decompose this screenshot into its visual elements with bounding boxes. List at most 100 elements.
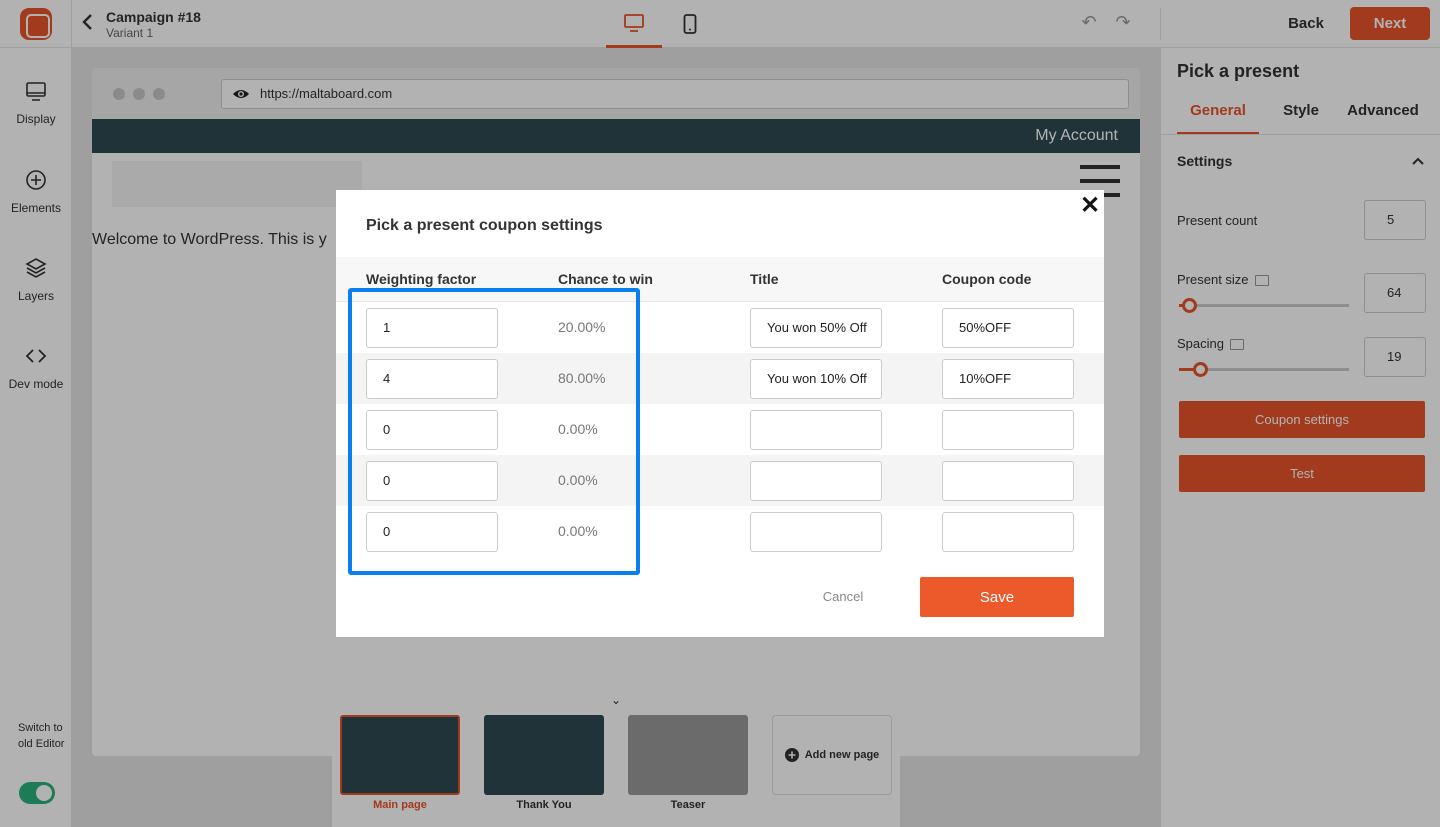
title-input[interactable] xyxy=(750,410,882,450)
spacing-slider[interactable] xyxy=(1179,362,1349,377)
undo-icon[interactable]: ↶ xyxy=(1078,12,1100,34)
column-header-title: Title xyxy=(750,271,779,287)
tab-style[interactable]: Style xyxy=(1275,102,1327,119)
weight-input[interactable]: 0 xyxy=(366,410,498,450)
logo-icon xyxy=(19,8,52,40)
slider-handle[interactable] xyxy=(1193,362,1208,377)
spacing-label: Spacing xyxy=(1177,336,1244,351)
weight-input[interactable]: 1 xyxy=(366,308,498,348)
sidebar-item-label: Display xyxy=(16,112,56,126)
present-size-label: Present size xyxy=(1177,272,1269,287)
sidebar-item-dev-mode[interactable]: Dev mode xyxy=(0,345,72,391)
column-header-chance: Chance to win xyxy=(558,271,653,287)
monitor-icon xyxy=(1229,339,1244,351)
coupon-code-input[interactable]: 50%OFF xyxy=(942,308,1074,348)
coupon-code-input[interactable] xyxy=(942,461,1074,501)
add-new-page-button[interactable]: Add new page xyxy=(772,715,892,795)
sidebar-item-elements[interactable]: Elements xyxy=(0,169,72,215)
layers-icon xyxy=(25,258,47,278)
title-input[interactable]: You won 50% Off xyxy=(750,308,882,348)
spacing-text: Spacing xyxy=(1177,336,1224,351)
sidebar-item-label: Dev mode xyxy=(8,377,64,391)
top-bar: Campaign #18 Variant 1 ↶ ↷ Back Next xyxy=(0,0,1440,48)
url-text: https://maltaboard.com xyxy=(260,86,393,101)
page-label: Thank You xyxy=(516,799,572,811)
weight-input[interactable]: 0 xyxy=(366,461,498,501)
cancel-button[interactable]: Cancel xyxy=(798,576,888,616)
sidebar-item-label: Elements xyxy=(10,201,62,215)
page-label: Main page xyxy=(373,799,427,811)
site-header: My Account xyxy=(92,119,1140,153)
coupon-code-input[interactable] xyxy=(942,410,1074,450)
welcome-text: Welcome to WordPress. This is y xyxy=(92,231,327,248)
tabs-divider xyxy=(1161,134,1440,135)
campaign-title: Campaign #18 xyxy=(106,9,201,25)
present-size-input[interactable]: 64 xyxy=(1364,273,1426,313)
table-header: Weighting factor Chance to win Title Cou… xyxy=(336,257,1104,302)
settings-section-title[interactable]: Settings xyxy=(1177,153,1232,169)
modal-title: Pick a present coupon settings xyxy=(366,217,603,234)
table-row: 1 20.00% You won 50% Off 50%OFF xyxy=(336,302,1104,353)
pages-strip: Main page Thank You Teaser Add new page xyxy=(332,707,900,827)
chevron-up-icon[interactable] xyxy=(1412,154,1424,168)
weight-input[interactable]: 4 xyxy=(366,359,498,399)
table-row: 0 0.00% xyxy=(336,506,1104,557)
tab-advanced[interactable]: Advanced xyxy=(1347,102,1419,119)
tab-general[interactable]: General xyxy=(1177,102,1259,135)
site-menu xyxy=(112,161,362,207)
title-input[interactable] xyxy=(750,512,882,552)
page-thumb-teaser[interactable] xyxy=(628,715,748,795)
window-dot xyxy=(133,88,145,100)
page-thumb-thank-you[interactable] xyxy=(484,715,604,795)
chance-value: 0.00% xyxy=(558,421,598,437)
test-button[interactable]: Test xyxy=(1179,455,1425,492)
table-row: 4 80.00% You won 10% Off 10%OFF xyxy=(336,353,1104,404)
present-size-slider[interactable] xyxy=(1179,298,1349,313)
present-count-label: Present count xyxy=(1177,213,1258,228)
title-input[interactable]: You won 10% Off xyxy=(750,359,882,399)
sidebar-item-layers[interactable]: Layers xyxy=(0,257,72,303)
chance-value: 0.00% xyxy=(558,523,598,539)
page-thumb-main[interactable] xyxy=(340,715,460,795)
slider-handle[interactable] xyxy=(1182,298,1197,313)
title-input[interactable] xyxy=(750,461,882,501)
page-label: Teaser xyxy=(670,799,706,811)
panel-title: Pick a present xyxy=(1177,61,1300,81)
pages-collapse-handle[interactable]: ⌄ xyxy=(576,692,656,708)
weight-input[interactable]: 0 xyxy=(366,512,498,552)
close-icon[interactable]: ✕ xyxy=(1080,194,1100,218)
coupon-code-input[interactable]: 10%OFF xyxy=(942,359,1074,399)
spacing-input[interactable]: 19 xyxy=(1364,337,1426,377)
desktop-view-button[interactable] xyxy=(606,0,662,48)
redo-icon[interactable]: ↷ xyxy=(1112,12,1134,34)
present-size-text: Present size xyxy=(1177,272,1249,287)
sidebar-item-display[interactable]: Display xyxy=(0,80,72,126)
switch-editor-label: Switch to old Editor xyxy=(18,722,65,750)
coupon-settings-button[interactable]: Coupon settings xyxy=(1179,401,1425,438)
coupon-settings-modal: Pick a present coupon settings ✕ Weighti… xyxy=(336,190,1104,637)
toolbar-divider xyxy=(1160,8,1161,40)
mobile-icon xyxy=(683,14,697,34)
table-row: 0 0.00% xyxy=(336,455,1104,506)
chance-value: 0.00% xyxy=(558,472,598,488)
right-panel: Pick a present General Style Advanced Se… xyxy=(1160,48,1440,827)
save-button[interactable]: Save xyxy=(920,577,1074,617)
back-button[interactable]: Back xyxy=(1276,6,1336,40)
my-account-link: My Account xyxy=(1035,127,1118,144)
coupon-code-input[interactable] xyxy=(942,512,1074,552)
eye-icon xyxy=(233,90,249,98)
table-row: 0 0.00% xyxy=(336,404,1104,455)
column-header-weighting: Weighting factor xyxy=(366,271,477,287)
old-editor-toggle[interactable] xyxy=(19,782,55,804)
window-dot xyxy=(113,88,125,100)
plus-circle-icon xyxy=(26,170,46,190)
next-button[interactable]: Next xyxy=(1350,7,1430,40)
plus-circle-icon xyxy=(784,748,799,762)
chance-value: 20.00% xyxy=(558,319,606,335)
desktop-icon xyxy=(624,13,644,32)
app-logo[interactable] xyxy=(0,0,72,48)
present-count-input[interactable]: 5 xyxy=(1364,200,1426,240)
back-arrow-icon[interactable] xyxy=(80,12,98,34)
mobile-view-button[interactable] xyxy=(662,0,718,48)
url-bar: https://maltaboard.com xyxy=(221,79,1129,109)
